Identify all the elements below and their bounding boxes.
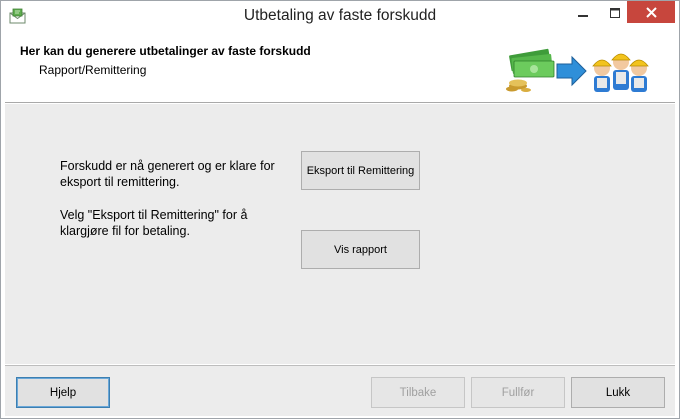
help-button[interactable]: Hjelp [16,377,110,408]
close-window-button[interactable] [627,1,675,23]
minimize-button[interactable] [567,1,599,25]
export-to-remittance-button[interactable]: Eksport til Remittering [301,151,420,190]
info-text-generated: Forskudd er nå generert og er klare for … [60,159,275,189]
back-button[interactable]: Tilbake [371,377,465,408]
info-text-instructions: Velg "Eksport til Remittering" for å kla… [60,208,248,238]
header-subtitle: Rapport/Remittering [39,63,147,77]
close-icon [645,6,657,18]
maximize-icon [610,8,620,18]
minimize-icon [578,15,588,17]
title-bar[interactable]: Utbetaling av faste forskudd [1,1,679,33]
wizard-footer: Hjelp Tilbake Fullfør Lukk [5,366,675,416]
money-to-workers-illustration [506,48,649,92]
finish-button[interactable]: Fullfør [471,377,565,408]
show-report-button[interactable]: Vis rapport [301,230,420,269]
wizard-content: Forskudd er nå generert og er klare for … [5,104,675,364]
close-button[interactable]: Lukk [571,377,665,408]
dialog-window: Utbetaling av faste forskudd Her kan du … [0,0,680,419]
wizard-header: Her kan du generere utbetalinger av fast… [5,34,675,103]
header-title: Her kan du generere utbetalinger av fast… [20,44,311,58]
